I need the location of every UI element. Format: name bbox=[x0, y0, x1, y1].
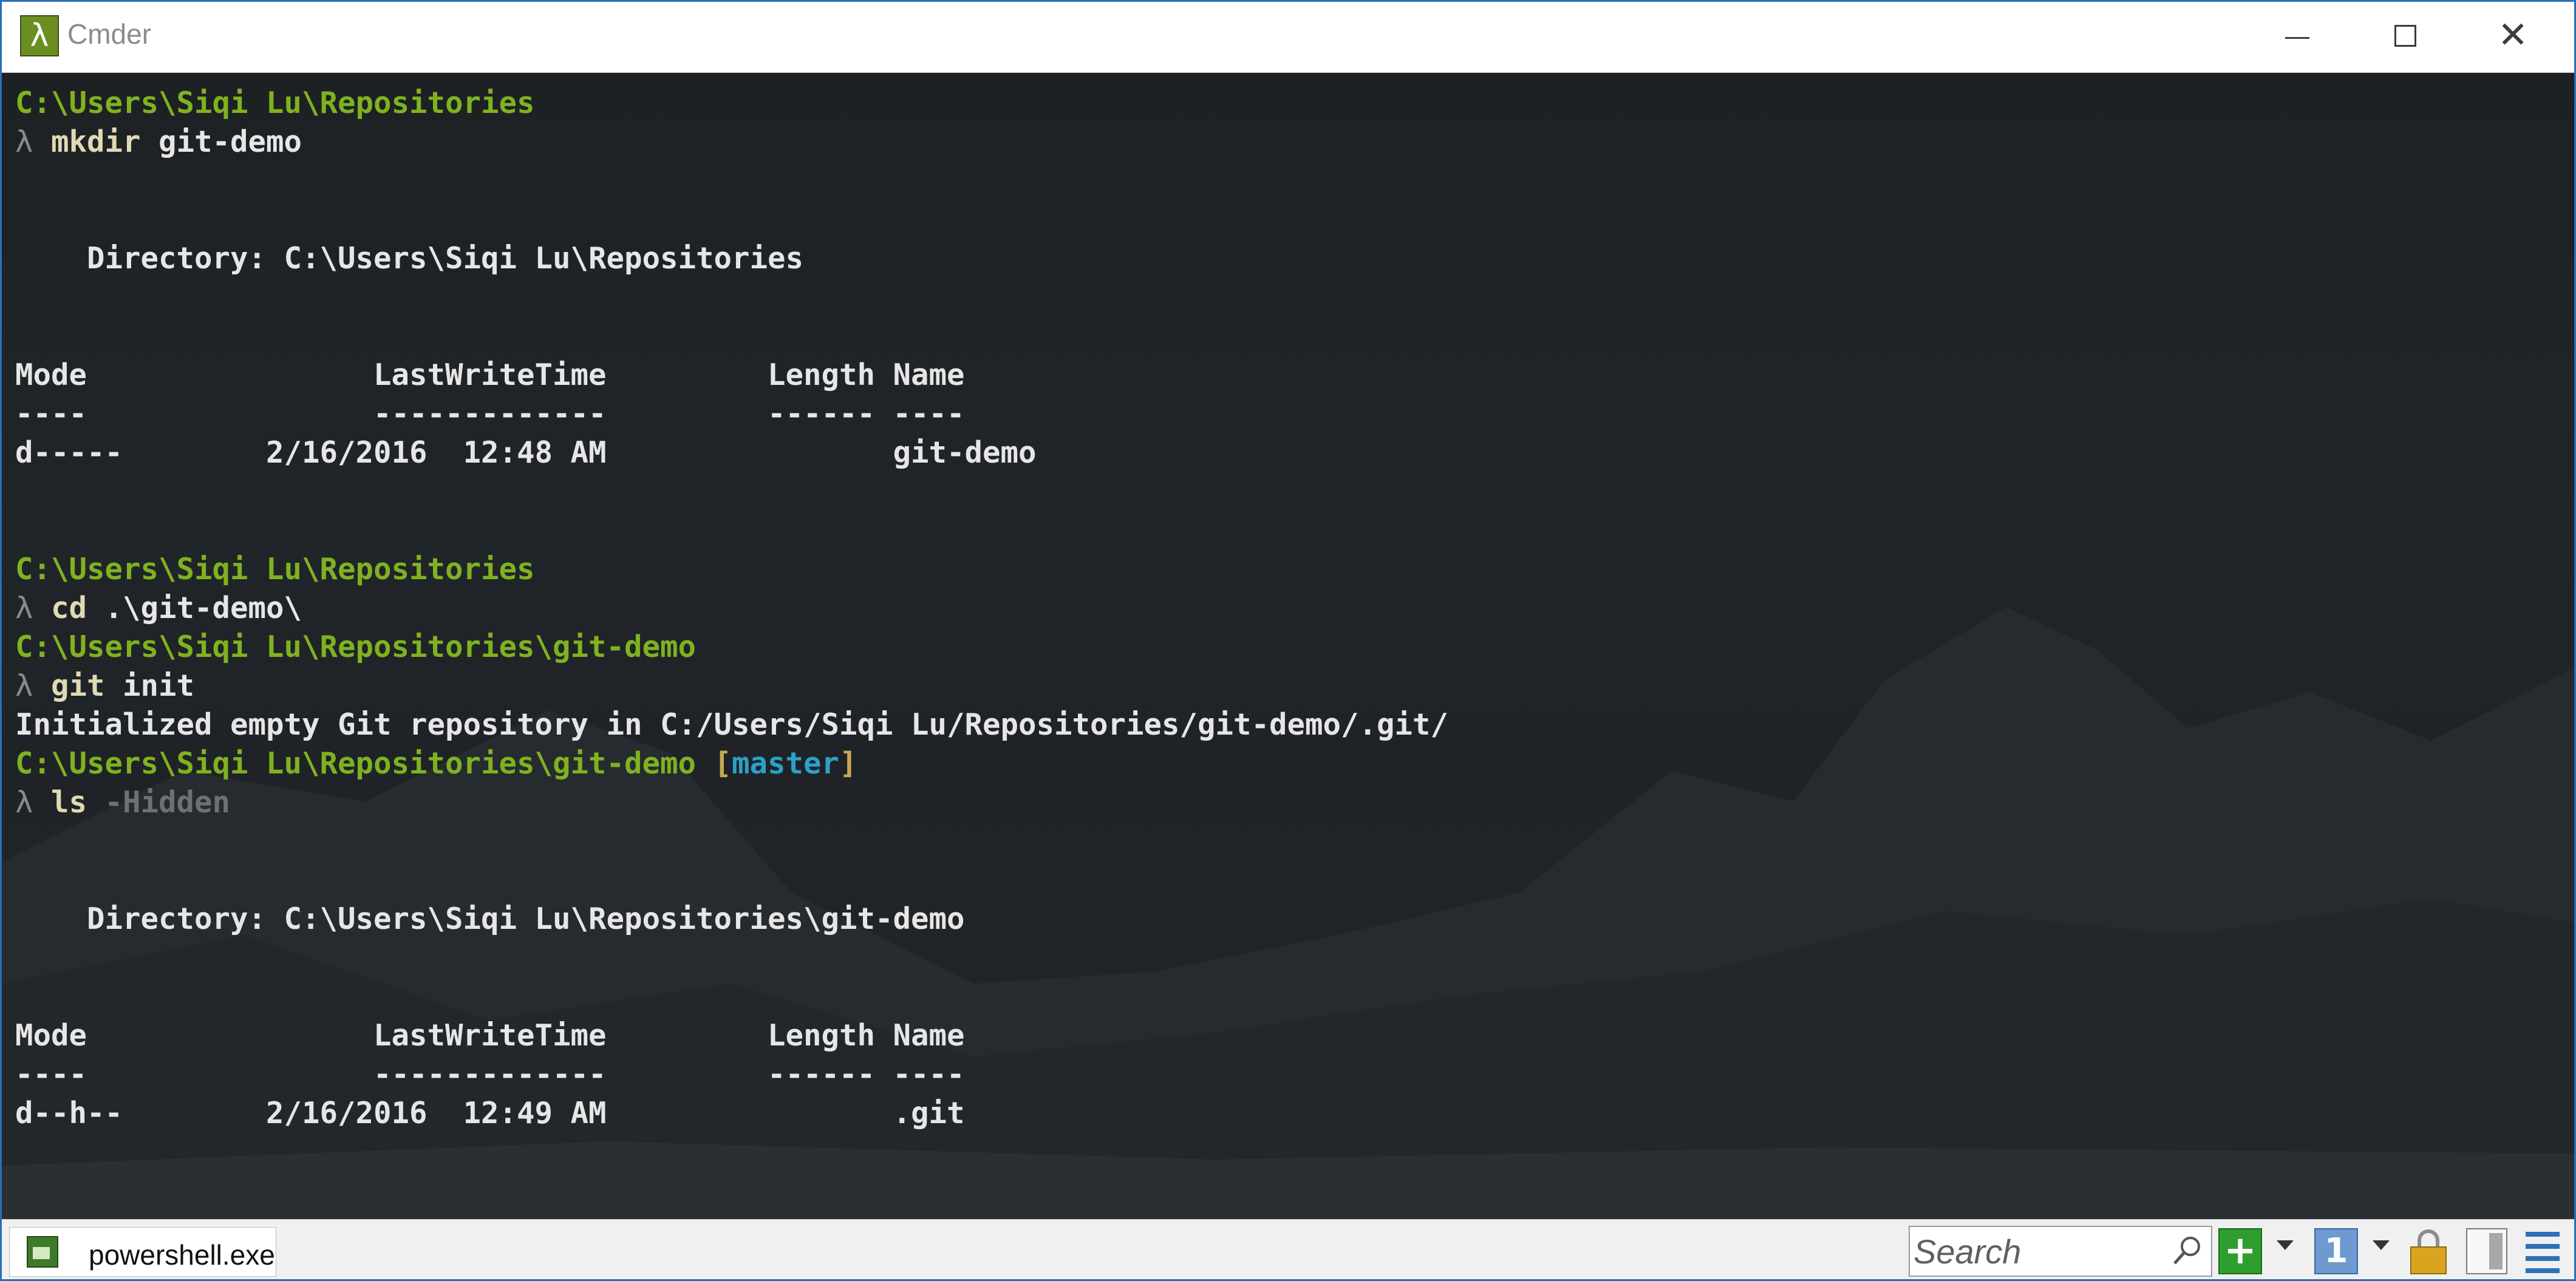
console-segment-arg: .\git-demo\ bbox=[87, 591, 302, 625]
console-segment-arg: init bbox=[104, 668, 195, 703]
search-box[interactable] bbox=[1909, 1226, 2212, 1277]
console-line: λ mkdir git-demo bbox=[15, 123, 1448, 161]
split-panel-button[interactable] bbox=[2466, 1228, 2507, 1274]
console-line: d----- 2/16/2016 12:48 AM git-demo bbox=[15, 433, 1448, 472]
console-segment-arg: git-demo bbox=[140, 124, 302, 159]
console-segment-out: Mode LastWriteTime Length Name bbox=[15, 1018, 965, 1053]
console-segment-lambda: λ bbox=[15, 591, 52, 625]
console-segment-cmd: cd bbox=[51, 591, 87, 625]
lock-button[interactable] bbox=[2408, 1228, 2449, 1274]
console-segment-path: C:\Users\Siqi Lu\Repositories bbox=[15, 552, 535, 586]
powershell-icon bbox=[27, 1236, 58, 1268]
panel-icon bbox=[2466, 1228, 2507, 1274]
console-line: Directory: C:\Users\Siqi Lu\Repositories bbox=[15, 239, 1448, 278]
console-line: C:\Users\Siqi Lu\Repositories\git-demo bbox=[15, 628, 1448, 667]
console-segment-lambda: λ bbox=[15, 668, 52, 703]
new-console-button[interactable]: + bbox=[2218, 1228, 2262, 1274]
console-line: Directory: C:\Users\Siqi Lu\Repositories… bbox=[15, 900, 1448, 939]
close-icon: ✕ bbox=[2498, 14, 2529, 56]
console-segment-path: C:\Users\Siqi Lu\Repositories\git-demo bbox=[15, 746, 714, 781]
console-segment-out: d----- 2/16/2016 12:48 AM git-demo bbox=[15, 435, 1037, 470]
console-segment-cmd: mkdir bbox=[51, 124, 141, 159]
console-segment-out: d--h-- 2/16/2016 12:49 AM .git bbox=[15, 1096, 965, 1130]
window-title: Cmder bbox=[67, 18, 152, 50]
console-line: Mode LastWriteTime Length Name bbox=[15, 356, 1448, 395]
maximize-button[interactable] bbox=[2352, 2, 2461, 72]
console-segment-branch-bracket: [ bbox=[714, 746, 732, 781]
console-line: C:\Users\Siqi Lu\Repositories bbox=[15, 550, 1448, 589]
console-segment-out: Directory: C:\Users\Siqi Lu\Repositories bbox=[15, 241, 804, 276]
console-segment-out: ---- ------------- ------ ---- bbox=[15, 1057, 965, 1092]
console-line: C:\Users\Siqi Lu\Repositories\git-demo [… bbox=[15, 744, 1448, 783]
search-input[interactable] bbox=[1913, 1231, 2156, 1272]
console-segment-branch-bracket: ] bbox=[839, 746, 857, 781]
maximize-icon bbox=[2394, 25, 2416, 47]
console-output: C:\Users\Siqi Lu\Repositories λ mkdir git… bbox=[15, 84, 1448, 1133]
cmder-window: λ Cmder ✕ C:\Users\Siqi Lu\Repositories λ… bbox=[0, 0, 2576, 1281]
status-bar: powershell.exe + 1 bbox=[2, 1219, 2574, 1279]
console-line: C:\Users\Siqi Lu\Repositories bbox=[15, 84, 1448, 123]
console-line: ---- ------------- ------ ---- bbox=[15, 1055, 1448, 1094]
minimize-button[interactable] bbox=[2243, 2, 2352, 72]
console-segment-branch: master bbox=[732, 746, 840, 781]
new-console-dropdown-icon[interactable] bbox=[2277, 1240, 2294, 1250]
console-line: Mode LastWriteTime Length Name bbox=[15, 1016, 1448, 1055]
title-bar[interactable]: λ Cmder ✕ bbox=[2, 2, 2574, 73]
console-segment-out: Initialized empty Git repository in C:/U… bbox=[15, 707, 1449, 742]
lock-icon bbox=[2410, 1246, 2447, 1274]
search-icon[interactable] bbox=[2169, 1233, 2205, 1269]
minimize-icon bbox=[2285, 37, 2309, 39]
console-segment-path: C:\Users\Siqi Lu\Repositories bbox=[15, 86, 535, 120]
console-segment-cmd: git bbox=[51, 668, 105, 703]
console-segment-out: Mode LastWriteTime Length Name bbox=[15, 358, 965, 392]
hamburger-menu-icon-bar bbox=[2526, 1244, 2560, 1249]
console-area[interactable]: C:\Users\Siqi Lu\Repositories λ mkdir git… bbox=[2, 73, 2574, 1219]
console-segment-arg-dim: -Hidden bbox=[87, 785, 231, 820]
console-segment-out: ---- ------------- ------ ---- bbox=[15, 396, 965, 431]
menu-button[interactable] bbox=[2522, 1228, 2563, 1274]
tab-powershell[interactable]: powershell.exe bbox=[9, 1227, 276, 1277]
hamburger-menu-icon-bar bbox=[2526, 1256, 2560, 1261]
console-list-dropdown-icon[interactable] bbox=[2373, 1240, 2390, 1250]
console-line: λ git init bbox=[15, 667, 1448, 705]
console-line: λ ls -Hidden bbox=[15, 783, 1448, 822]
console-line: d--h-- 2/16/2016 12:49 AM .git bbox=[15, 1094, 1448, 1133]
console-segment-lambda: λ bbox=[15, 124, 52, 159]
console-line: Initialized empty Git repository in C:/U… bbox=[15, 705, 1448, 744]
console-icon: 1 bbox=[2314, 1228, 2358, 1274]
hamburger-menu-icon bbox=[2526, 1232, 2560, 1237]
console-line: ---- ------------- ------ ---- bbox=[15, 395, 1448, 433]
console-segment-cmd: ls bbox=[51, 785, 87, 820]
close-button[interactable]: ✕ bbox=[2461, 2, 2571, 72]
console-segment-out: Directory: C:\Users\Siqi Lu\Repositories… bbox=[15, 902, 965, 936]
console-segment-lambda: λ bbox=[15, 785, 52, 820]
hamburger-menu-icon-bar bbox=[2526, 1268, 2560, 1273]
console-line: λ cd .\git-demo\ bbox=[15, 589, 1448, 628]
console-segment-path: C:\Users\Siqi Lu\Repositories\git-demo bbox=[15, 630, 697, 664]
cmder-lambda-icon: λ bbox=[20, 15, 59, 56]
tab-label: powershell.exe bbox=[89, 1239, 275, 1271]
plus-icon: + bbox=[2218, 1228, 2262, 1274]
console-list-button[interactable]: 1 bbox=[2314, 1228, 2358, 1274]
